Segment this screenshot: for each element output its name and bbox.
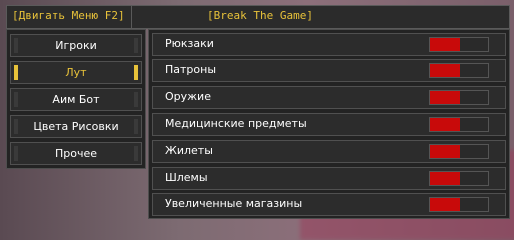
option-label: Медицинские предметы [165,117,307,130]
helmets-toggle[interactable] [429,171,489,186]
option-row-medical[interactable]: Медицинские предметы [152,113,506,136]
option-row-extended-mags[interactable]: Увеличенные магазины [152,193,506,216]
sidebar-item-label: Игроки [55,39,97,52]
medical-toggle[interactable] [429,117,489,132]
move-menu-hint: [Двигать Меню F2] [12,9,125,22]
toggle-knob [430,172,460,185]
option-row-helmets[interactable]: Шлемы [152,167,506,190]
vests-toggle[interactable] [429,144,489,159]
toggle-knob [430,38,460,51]
toggle-knob [430,64,460,77]
option-label: Жилеты [165,144,213,157]
option-row-vests[interactable]: Жилеты [152,140,506,163]
right-indicator [134,119,138,134]
titlebar-divider [131,6,132,28]
ammo-toggle[interactable] [429,63,489,78]
left-indicator [14,38,18,53]
weapons-toggle[interactable] [429,90,489,105]
sidebar-item-players[interactable]: Игроки [10,34,142,57]
right-indicator [134,65,138,80]
toggle-knob [430,118,460,131]
option-row-ammo[interactable]: Патроны [152,59,506,82]
toggle-knob [430,145,460,158]
option-row-weapons[interactable]: Оружие [152,86,506,109]
sidebar-item-draw-colors[interactable]: Цвета Рисовки [10,115,142,138]
extended-mags-toggle[interactable] [429,197,489,212]
loot-options-panel: Рюкзаки Патроны Оружие Медицинские предм… [148,29,510,219]
left-indicator [14,65,18,80]
right-indicator [134,92,138,107]
sidebar-item-label: Лут [65,66,87,79]
option-label: Увеличенные магазины [165,197,303,210]
sidebar-item-aimbot[interactable]: Аим Бот [10,88,142,111]
left-indicator [14,92,18,107]
option-label: Патроны [165,63,217,76]
sidebar-item-label: Аим Бот [52,93,100,106]
right-indicator [134,38,138,53]
menu-title: [Break The Game] [207,9,313,22]
option-label: Шлемы [165,171,208,184]
backpacks-toggle[interactable] [429,37,489,52]
option-row-backpacks[interactable]: Рюкзаки [152,33,506,56]
toggle-knob [430,198,460,211]
menu-titlebar[interactable]: [Двигать Меню F2] [Break The Game] [6,5,510,29]
sidebar-item-misc[interactable]: Прочее [10,142,142,165]
sidebar-item-loot[interactable]: Лут [10,61,142,84]
right-indicator [134,146,138,161]
toggle-knob [430,91,460,104]
sidebar-item-label: Цвета Рисовки [33,120,119,133]
option-label: Оружие [165,90,211,103]
left-indicator [14,119,18,134]
left-indicator [14,146,18,161]
sidebar-item-label: Прочее [54,147,98,160]
option-label: Рюкзаки [165,37,214,50]
category-sidebar: Игроки Лут Аим Бот Цвета Рисовки Прочее [6,29,146,169]
